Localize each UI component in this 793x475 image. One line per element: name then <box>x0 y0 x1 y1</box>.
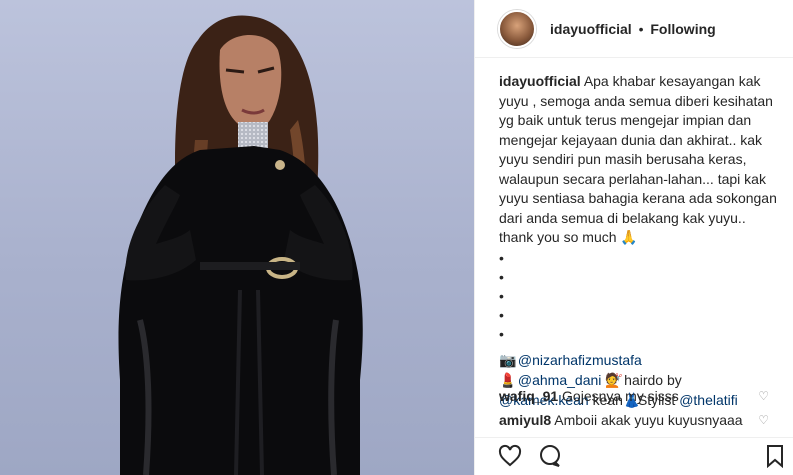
comment-item: amiyul8 Amboii akak yuyu kuyusnyaaa <box>499 410 781 430</box>
comments-list: idayuofficial Apa khabar kesayangan kak … <box>499 72 781 410</box>
heart-icon[interactable] <box>498 444 522 473</box>
caption-bullet: • <box>499 325 504 342</box>
post-caption: idayuofficial Apa khabar kesayangan kak … <box>499 72 781 248</box>
comment-text: Amboii akak yuyu kuyusnyaaa <box>554 412 743 428</box>
comment-item: wafiq_91 Gojesnya my sisss <box>499 386 781 406</box>
camera-icon: 📷 <box>499 351 517 368</box>
header-text: idayuofficial • Following <box>550 21 716 37</box>
caption-username[interactable]: idayuofficial <box>499 73 581 89</box>
comment-username[interactable]: amiyul8 <box>499 412 551 428</box>
caption-bullet: • <box>499 249 504 266</box>
caption-bullet: • <box>499 268 504 285</box>
action-bar <box>474 437 793 475</box>
following-button[interactable]: Following <box>650 21 715 37</box>
caption-bullet: • <box>499 306 504 323</box>
comment-like-heart-icon[interactable]: ♡ <box>758 410 769 430</box>
header-separator: • <box>638 20 644 37</box>
post-side-panel: idayuofficial • Following idayuofficial … <box>474 0 793 475</box>
bookmark-icon[interactable] <box>765 444 785 473</box>
header-username[interactable]: idayuofficial <box>550 21 632 37</box>
credit-photographer: 📷 @nizarhafizmustafa <box>499 350 781 370</box>
avatar[interactable] <box>498 9 536 48</box>
comment-icon[interactable] <box>538 444 562 473</box>
comment-like-heart-icon[interactable]: ♡ <box>758 386 769 406</box>
post-photo[interactable] <box>0 0 474 475</box>
comment-text: Gojesnya my sisss <box>562 388 679 404</box>
caption-bullets: • • • • • <box>499 249 781 344</box>
caption-text: Apa khabar kesayangan kak yuyu , semoga … <box>499 73 777 245</box>
caption-bullet: • <box>499 287 504 304</box>
post-photo-illustration <box>118 15 363 475</box>
mention-photographer[interactable]: @nizarhafizmustafa <box>518 352 642 368</box>
post-header: idayuofficial • Following <box>475 0 793 58</box>
comment-username[interactable]: wafiq_91 <box>499 388 558 404</box>
